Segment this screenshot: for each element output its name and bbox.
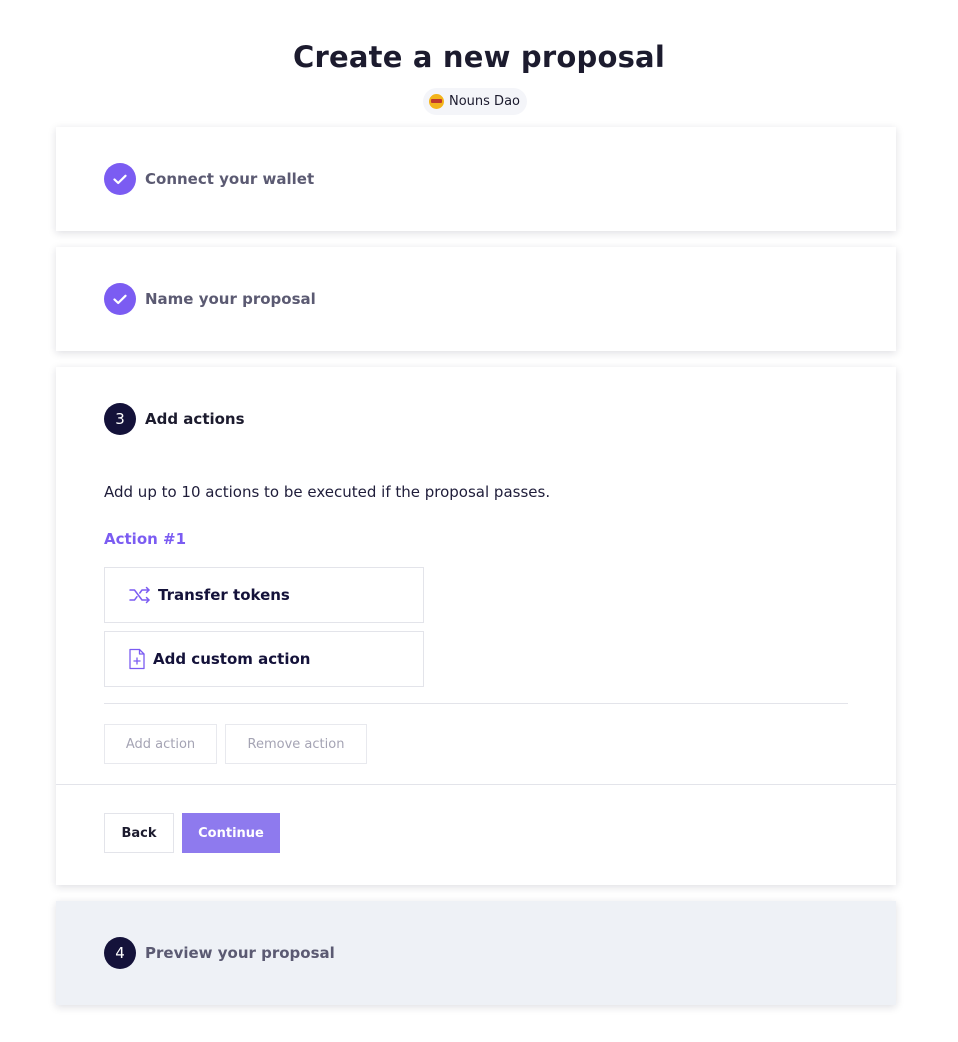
step-card-connect-wallet: Connect your wallet bbox=[56, 127, 896, 231]
step-label: Name your proposal bbox=[145, 290, 316, 308]
transfer-tokens-option[interactable]: Transfer tokens bbox=[104, 567, 424, 623]
remove-action-button[interactable]: Remove action bbox=[225, 724, 367, 764]
add-custom-action-option[interactable]: Add custom action bbox=[104, 631, 424, 687]
check-icon bbox=[104, 163, 136, 195]
back-button[interactable]: Back bbox=[104, 813, 174, 853]
footer-divider bbox=[56, 784, 896, 785]
step-card-preview: 4 Preview your proposal bbox=[56, 901, 896, 1005]
action-title: Action #1 bbox=[104, 530, 187, 548]
shuffle-icon bbox=[128, 585, 152, 605]
dao-name: Nouns Dao bbox=[449, 94, 520, 109]
actions-description: Add up to 10 actions to be executed if t… bbox=[104, 483, 551, 501]
step-number-badge: 4 bbox=[104, 937, 136, 969]
step-card-add-actions: 3 Add actions Add up to 10 actions to be… bbox=[56, 367, 896, 885]
step-number-badge: 3 bbox=[104, 403, 136, 435]
add-action-button[interactable]: Add action bbox=[104, 724, 217, 764]
step-label: Connect your wallet bbox=[145, 170, 315, 188]
option-label: Add custom action bbox=[153, 650, 311, 668]
step-label: Preview your proposal bbox=[145, 944, 335, 962]
page-title: Create a new proposal bbox=[293, 40, 665, 74]
noun-avatar-icon bbox=[429, 94, 444, 109]
file-plus-icon bbox=[128, 648, 146, 670]
continue-button[interactable]: Continue bbox=[182, 813, 280, 853]
check-icon bbox=[104, 283, 136, 315]
actions-divider bbox=[104, 703, 848, 704]
step-card-name-proposal: Name your proposal bbox=[56, 247, 896, 351]
option-label: Transfer tokens bbox=[158, 586, 290, 604]
step-label: Add actions bbox=[145, 410, 245, 428]
dao-badge: Nouns Dao bbox=[423, 88, 527, 115]
